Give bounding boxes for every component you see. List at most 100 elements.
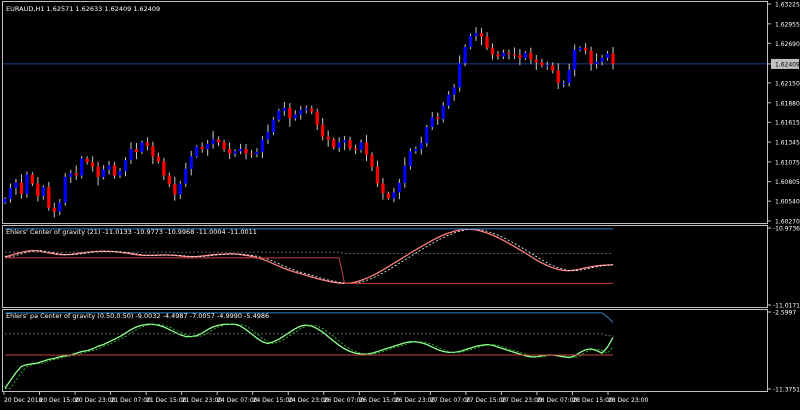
candle-body: [419, 143, 423, 150]
candle-body: [370, 154, 374, 167]
cog-midline: [5, 251, 613, 254]
candle-body: [101, 169, 106, 177]
time-tick-label: 26 Dec 23:00: [395, 397, 436, 404]
price-tick-label: 1.60805: [775, 179, 800, 186]
candle-body: [69, 173, 73, 177]
time-tick-label: 21 Dec 23:00: [182, 397, 223, 404]
candle-body: [216, 139, 221, 143]
candle-body: [332, 139, 336, 148]
candle-body: [41, 187, 45, 197]
candle-body: [30, 174, 35, 184]
time-tick-label: 24 Dec 23:00: [288, 397, 329, 404]
price-candles: [3, 27, 767, 218]
candle-body: [227, 149, 232, 154]
candle-body: [562, 82, 566, 84]
candle-body: [282, 107, 286, 111]
candle-body: [501, 52, 506, 57]
price-tick-label: 1.62150: [775, 80, 800, 87]
candle-body: [206, 143, 210, 150]
candle-body: [463, 46, 467, 64]
price-tick-label: 1.61880: [775, 100, 800, 107]
price-tick-label: 1.61075: [775, 159, 800, 166]
candle-body: [551, 65, 555, 71]
candle-body: [25, 174, 29, 194]
candle-body: [266, 132, 270, 140]
candle-body: [578, 47, 582, 50]
candle-body: [277, 110, 281, 120]
candle-body: [288, 107, 292, 119]
price-tick-label: 1.60270: [775, 219, 800, 226]
candle-body: [151, 146, 155, 157]
candle-body: [58, 202, 62, 212]
candle-body: [507, 52, 511, 55]
candle-body: [107, 165, 111, 170]
cog-pane-title: Ehlers' Center of gravity (21) -11.0133 …: [6, 228, 257, 236]
candle-body: [315, 111, 319, 125]
pacog-midline: [5, 333, 613, 337]
indicator-tick-label: -11.0171: [773, 303, 800, 310]
indicator-tick-label: -2.5997: [773, 310, 796, 317]
candle-body: [457, 63, 462, 88]
candle-body: [600, 57, 604, 62]
time-axis[interactable]: 20 Dec 201820 Dec 15:0020 Dec 23:0021 De…: [3, 392, 649, 404]
candle-body: [63, 176, 67, 203]
candle-body: [244, 149, 248, 154]
price-tick-label: 1.62409: [775, 61, 800, 68]
candle-body: [468, 35, 473, 47]
candle-body: [293, 114, 297, 119]
candle-body: [452, 87, 456, 95]
time-tick-label: 20 Dec 23:00: [75, 397, 116, 404]
candle-body: [3, 198, 7, 203]
cog-indicator: [4, 228, 614, 285]
price-tick-label: 1.61345: [775, 140, 800, 147]
candle-body: [490, 47, 495, 55]
candle-body: [534, 59, 538, 63]
price-tick-label: 1.62955: [775, 21, 800, 28]
candle-body: [540, 62, 544, 66]
candle-body: [408, 151, 412, 166]
candle-body: [545, 65, 549, 67]
candle-body: [112, 165, 117, 176]
cog-pane-frame: [2, 225, 768, 308]
indicator-tick-label: -11.3751: [773, 387, 800, 394]
candle-body: [90, 162, 95, 167]
time-tick-label: 28 Dec 23:00: [608, 397, 649, 404]
candle-body: [189, 156, 193, 169]
candle-body: [573, 49, 577, 70]
candle-body: [80, 158, 84, 176]
candle-body: [47, 187, 51, 208]
pacog-indicator: [4, 312, 614, 390]
price-tick-label: 1.63225: [775, 2, 800, 9]
price-axis[interactable]: 1.63225 1.62955 1.62690 1.62409 1.62150 1.618…: [767, 2, 800, 394]
candle-body: [364, 142, 369, 155]
candle-body: [178, 183, 182, 195]
time-tick-label: 20 Dec 2018: [4, 397, 43, 404]
time-tick-label: 27 Dec 07:00: [430, 397, 471, 404]
candle-body: [118, 171, 122, 176]
candle-body: [436, 117, 440, 119]
time-tick-label: 27 Dec 23:00: [501, 397, 542, 404]
candle-body: [386, 193, 391, 199]
candle-body: [74, 173, 78, 176]
candle-body: [496, 54, 500, 57]
candle-body: [36, 183, 40, 197]
price-tick-label: 1.62690: [775, 41, 800, 48]
candle-body: [19, 182, 24, 194]
chart-canvas[interactable]: 1.63225 1.62955 1.62690 1.62409 1.62150 1.618…: [0, 0, 800, 406]
candle-body: [255, 151, 259, 155]
candle-body: [353, 148, 358, 150]
candle-body: [129, 149, 133, 161]
candle-body: [556, 70, 560, 83]
candle-body: [474, 33, 478, 36]
candle-body: [529, 52, 533, 60]
time-tick-label: 21 Dec 07:00: [111, 397, 152, 404]
candle-body: [8, 187, 13, 199]
candle-body: [249, 153, 254, 155]
candle-body: [441, 105, 445, 119]
candle-body: [397, 182, 402, 193]
candle-body: [594, 61, 599, 64]
candle-body: [96, 166, 100, 177]
candle-body: [271, 119, 276, 133]
cog-lower-band: [5, 257, 613, 284]
candle-body: [173, 184, 177, 195]
